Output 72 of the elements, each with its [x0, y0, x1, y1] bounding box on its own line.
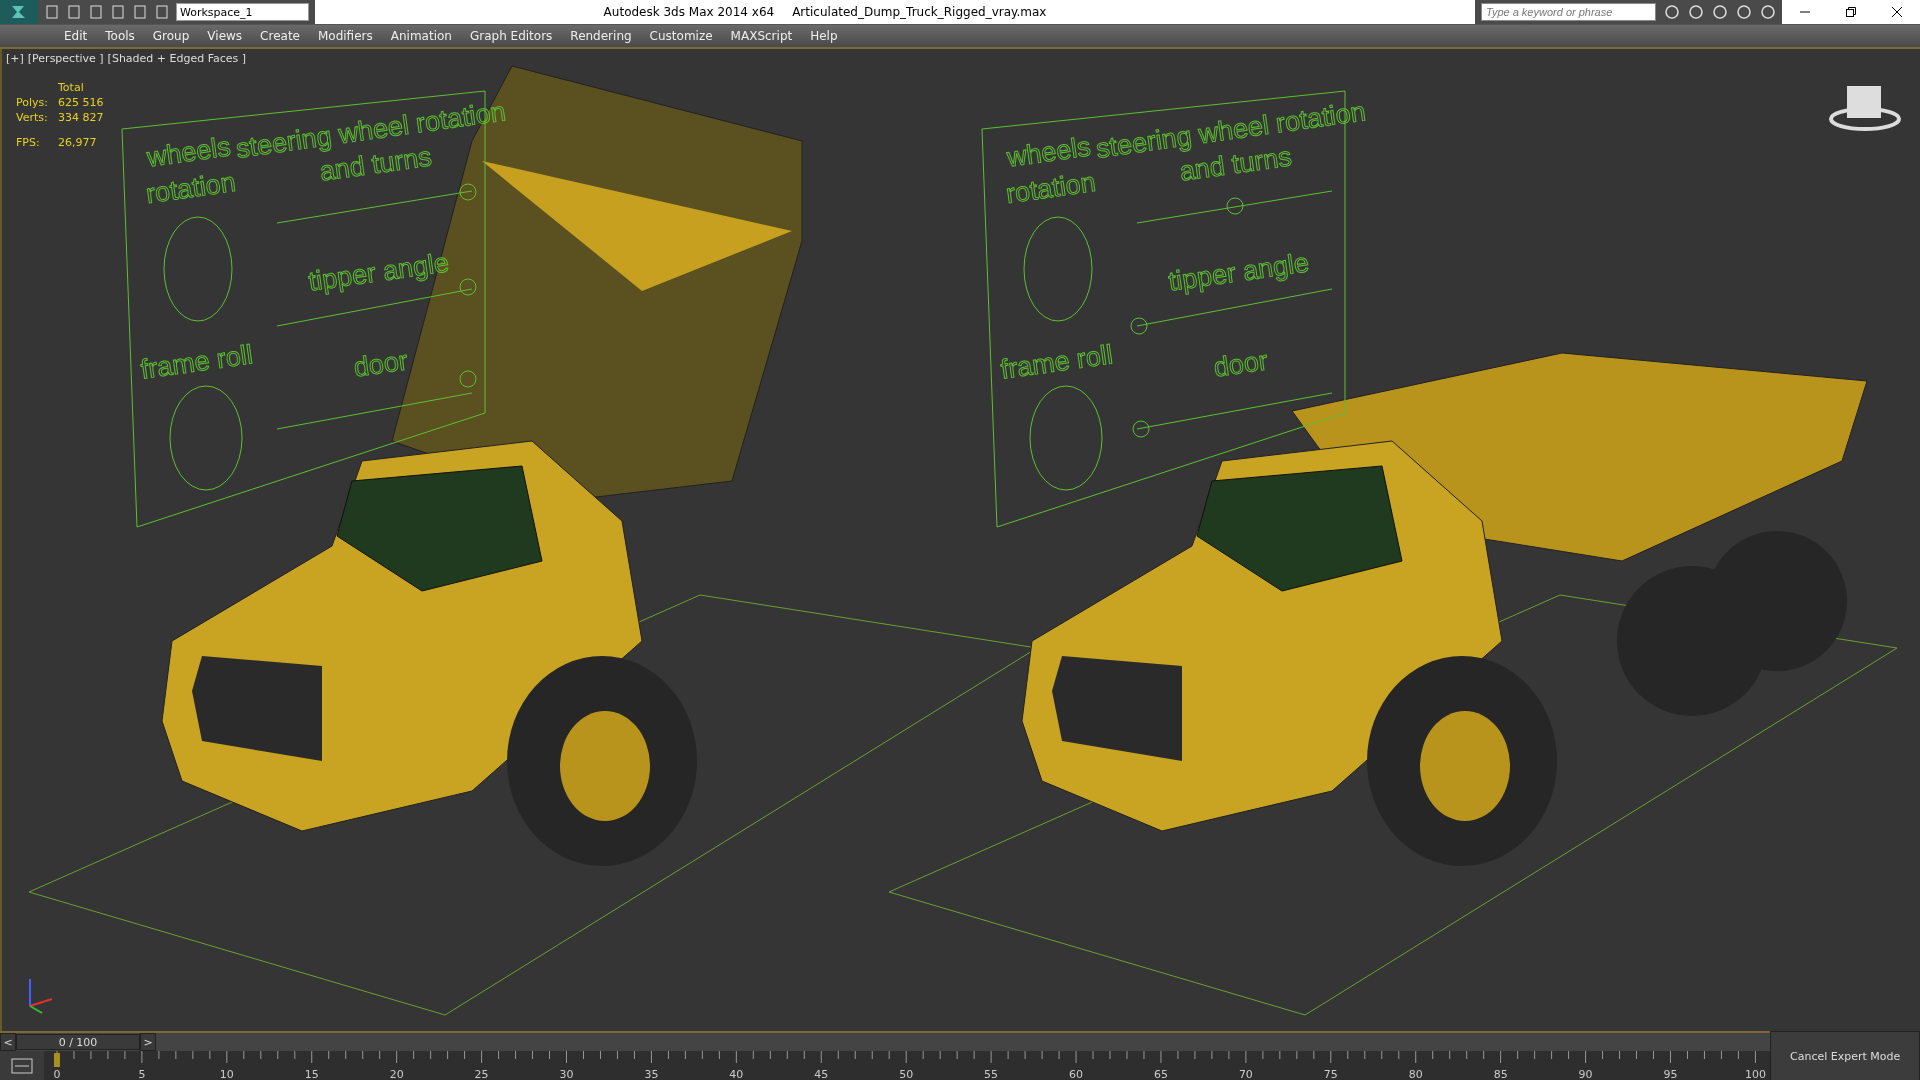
panel-label: frame roll: [998, 339, 1115, 385]
menu-item[interactable]: MAXScript: [722, 29, 801, 43]
frame-number: 55: [984, 1067, 998, 1080]
menu-item[interactable]: Views: [199, 29, 251, 43]
slider-handle[interactable]: [1226, 197, 1244, 215]
frame-number: 0: [53, 1067, 61, 1080]
workspace-dropdown[interactable]: Workspace_1: [176, 3, 309, 21]
frame-number: 90: [1578, 1067, 1593, 1080]
frame-number: 20: [389, 1067, 404, 1080]
menu-item[interactable]: Animation: [382, 29, 460, 43]
previous-frame-button[interactable]: <: [0, 1033, 16, 1051]
viewport-label[interactable]: [Shaded + Edged Faces ]: [107, 52, 247, 65]
frame-number: 80: [1408, 1067, 1423, 1080]
slider-handle[interactable]: [459, 183, 477, 201]
panel-label: tipper angle: [1166, 247, 1311, 297]
panel-label: tipper angle: [306, 247, 451, 297]
panel-label: door: [1211, 345, 1270, 383]
frame-number: 5: [138, 1067, 146, 1080]
app-title: Autodesk 3ds Max 2014 x64: [603, 5, 775, 19]
menu-item[interactable]: Group: [144, 29, 198, 43]
menu-item[interactable]: Create: [252, 29, 308, 43]
menu-item[interactable]: Rendering: [562, 29, 640, 43]
cancel-expert-mode-button[interactable]: Cancel Expert Mode: [1770, 1031, 1920, 1080]
frame-number: 50: [899, 1067, 914, 1080]
slider-handle[interactable]: [459, 278, 477, 296]
search-field[interactable]: Type a keyword or phrase: [1481, 3, 1656, 21]
frame-number: 40: [729, 1067, 744, 1080]
frame-number: 25: [474, 1067, 489, 1080]
view-cube-icon[interactable]: [1829, 86, 1901, 131]
frame-number: 65: [1153, 1067, 1168, 1080]
roll-control-circle[interactable]: [1029, 385, 1103, 491]
frame-number: 30: [559, 1067, 574, 1080]
menu-item[interactable]: Tools: [97, 29, 143, 43]
viewport-label[interactable]: [+]: [6, 52, 24, 65]
current-frame-marker: [53, 1053, 60, 1067]
menu-item[interactable]: Customize: [641, 29, 721, 43]
next-frame-button[interactable]: >: [140, 1033, 156, 1051]
frame-number: 45: [814, 1067, 829, 1080]
frame-number: 60: [1068, 1067, 1083, 1080]
stats-value: 334 827: [58, 111, 104, 124]
time-slider-thumb[interactable]: 0 / 100: [16, 1034, 140, 1050]
frame-number: 35: [644, 1067, 659, 1080]
file-name: Articulated_Dump_Truck_Rigged_vray.max: [792, 5, 1047, 19]
stats-value: 625 516: [58, 96, 104, 109]
stats-label: Polys:: [16, 96, 49, 109]
viewport-label[interactable]: [Perspective ]: [27, 52, 104, 65]
menu-item[interactable]: Modifiers: [309, 29, 381, 43]
frame-number: 75: [1323, 1067, 1338, 1080]
menu-item[interactable]: Help: [802, 29, 846, 43]
stats-label: Verts:: [16, 111, 49, 124]
wheel-control-circle[interactable]: [163, 216, 233, 322]
axis-tripod-icon: [29, 978, 53, 1014]
stats-label: FPS:: [16, 136, 41, 149]
roll-control-circle[interactable]: [169, 385, 243, 491]
wheel-control-circle[interactable]: [1023, 216, 1093, 322]
panel-label: frame roll: [138, 339, 255, 385]
frame-number: 10: [219, 1067, 234, 1080]
frame-number: 100: [1744, 1067, 1766, 1080]
stats-value: 26,977: [58, 136, 98, 149]
time-ruler[interactable]: 0 5 10 15 20 25 30 35 40 45 50 55 60 65 70 75 80 85 90 95 100: [43, 1051, 1771, 1080]
panel-label: door: [351, 345, 410, 383]
app-logo-icon[interactable]: [0, 0, 38, 24]
menu-item[interactable]: Graph Editors: [461, 29, 561, 43]
slider-handle[interactable]: [459, 370, 477, 388]
menu-item[interactable]: Edit: [56, 29, 96, 43]
frame-number: 95: [1663, 1067, 1678, 1080]
slider-handle[interactable]: [1132, 420, 1150, 438]
frame-number: 85: [1493, 1067, 1508, 1080]
frame-number: 70: [1238, 1067, 1253, 1080]
slider-handle[interactable]: [1130, 317, 1148, 335]
frame-number: 15: [304, 1067, 319, 1080]
stats-heading: Total: [58, 81, 85, 94]
